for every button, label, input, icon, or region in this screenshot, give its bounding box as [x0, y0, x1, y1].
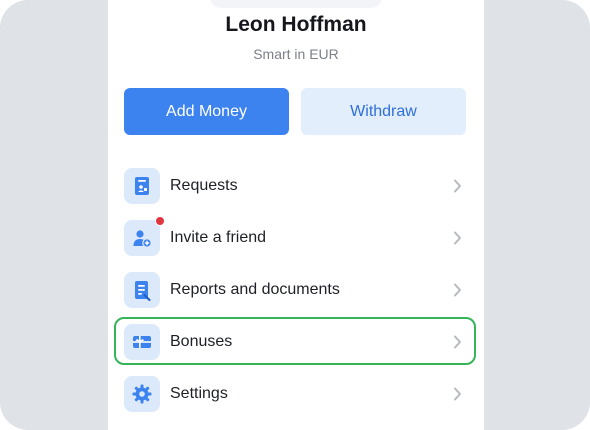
- chevron-right-icon: [453, 231, 462, 250]
- menu-item-invite-friend[interactable]: Invite a friend: [108, 212, 484, 264]
- withdraw-button[interactable]: Withdraw: [301, 88, 466, 135]
- menu-item-label: Reports and documents: [170, 281, 340, 298]
- menu-item-settings[interactable]: Settings: [108, 368, 484, 420]
- menu-item-label: Invite a friend: [170, 229, 267, 246]
- gift-card-icon: [124, 324, 160, 360]
- add-user-icon: [124, 220, 160, 256]
- notification-badge: [155, 216, 165, 226]
- menu-item-label: Bonuses: [170, 333, 233, 350]
- chevron-right-icon: [453, 335, 462, 354]
- menu-item-requests[interactable]: Requests: [108, 160, 484, 212]
- gear-icon: [124, 376, 160, 412]
- menu-item-label: Settings: [170, 385, 228, 402]
- menu-item-bonuses[interactable]: Bonuses: [108, 316, 484, 368]
- menu-item-reports-documents[interactable]: Reports and documents: [108, 264, 484, 316]
- avatar: [210, 0, 382, 8]
- chevron-right-icon: [453, 179, 462, 198]
- report-document-icon: [124, 272, 160, 308]
- menu-item-label: Requests: [170, 177, 238, 194]
- user-name: Leon Hoffman: [225, 13, 367, 36]
- add-money-button[interactable]: Add Money: [124, 88, 289, 135]
- screenshot-frame: Leon Hoffman Smart in EUR Add Money With…: [0, 0, 590, 430]
- request-document-icon: [124, 168, 160, 204]
- chevron-right-icon: [453, 387, 462, 406]
- highlight-outline: [114, 317, 476, 365]
- account-subtitle: Smart in EUR: [253, 46, 339, 62]
- profile-screen: Leon Hoffman Smart in EUR Add Money With…: [108, 0, 484, 430]
- chevron-right-icon: [453, 283, 462, 302]
